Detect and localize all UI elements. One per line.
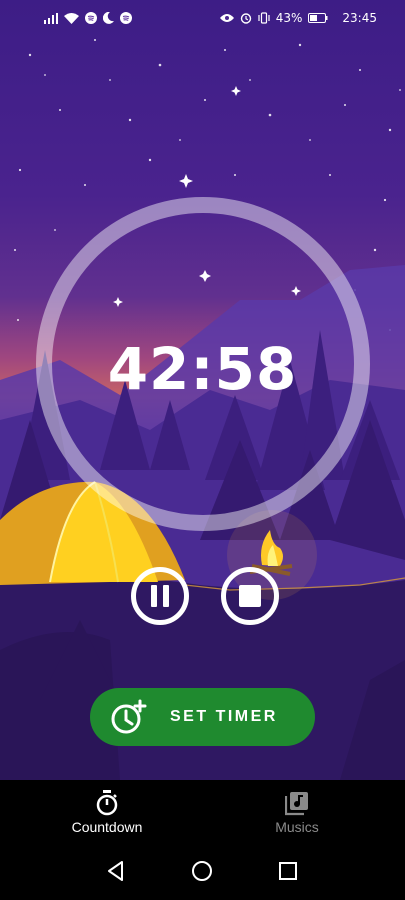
tab-musics[interactable]: Musics xyxy=(196,780,398,840)
app-screen: 43% 23:45 42:58 SET TIMER xyxy=(0,0,405,780)
back-icon[interactable] xyxy=(101,856,131,886)
recents-icon[interactable] xyxy=(273,856,303,886)
signal-icon xyxy=(44,12,58,24)
eye-icon xyxy=(219,14,234,22)
countdown-display: 42:58 xyxy=(107,335,298,403)
set-timer-label: SET TIMER xyxy=(170,708,278,725)
clock: 23:45 xyxy=(342,11,377,25)
alarm-icon xyxy=(240,13,251,24)
stop-icon xyxy=(239,585,261,607)
music-library-icon xyxy=(285,792,308,816)
tab-musics-label: Musics xyxy=(275,819,319,835)
status-right-icons: 43% 23:45 xyxy=(219,11,377,25)
system-navigation-bar xyxy=(0,840,405,900)
stopwatch-icon xyxy=(96,790,118,816)
tab-countdown-label: Countdown xyxy=(71,819,143,835)
battery-percent: 43% xyxy=(275,11,303,25)
status-bar: 43% 23:45 xyxy=(0,0,405,38)
spotify-icon xyxy=(85,12,97,24)
pause-button[interactable] xyxy=(131,567,189,625)
set-timer-button[interactable]: SET TIMER xyxy=(90,688,315,746)
status-left-icons xyxy=(44,12,132,24)
stop-button[interactable] xyxy=(221,567,279,625)
wifi-icon xyxy=(64,12,79,24)
battery-icon xyxy=(308,13,328,23)
bottom-tab-bar: Countdown Musics xyxy=(0,780,405,840)
spotify-icon xyxy=(120,12,132,24)
vibrate-icon xyxy=(258,12,270,24)
moon-icon xyxy=(103,12,114,24)
timer-add-icon xyxy=(111,699,147,734)
pause-icon xyxy=(151,585,169,607)
home-icon[interactable] xyxy=(187,856,217,886)
tab-countdown[interactable]: Countdown xyxy=(6,780,208,840)
